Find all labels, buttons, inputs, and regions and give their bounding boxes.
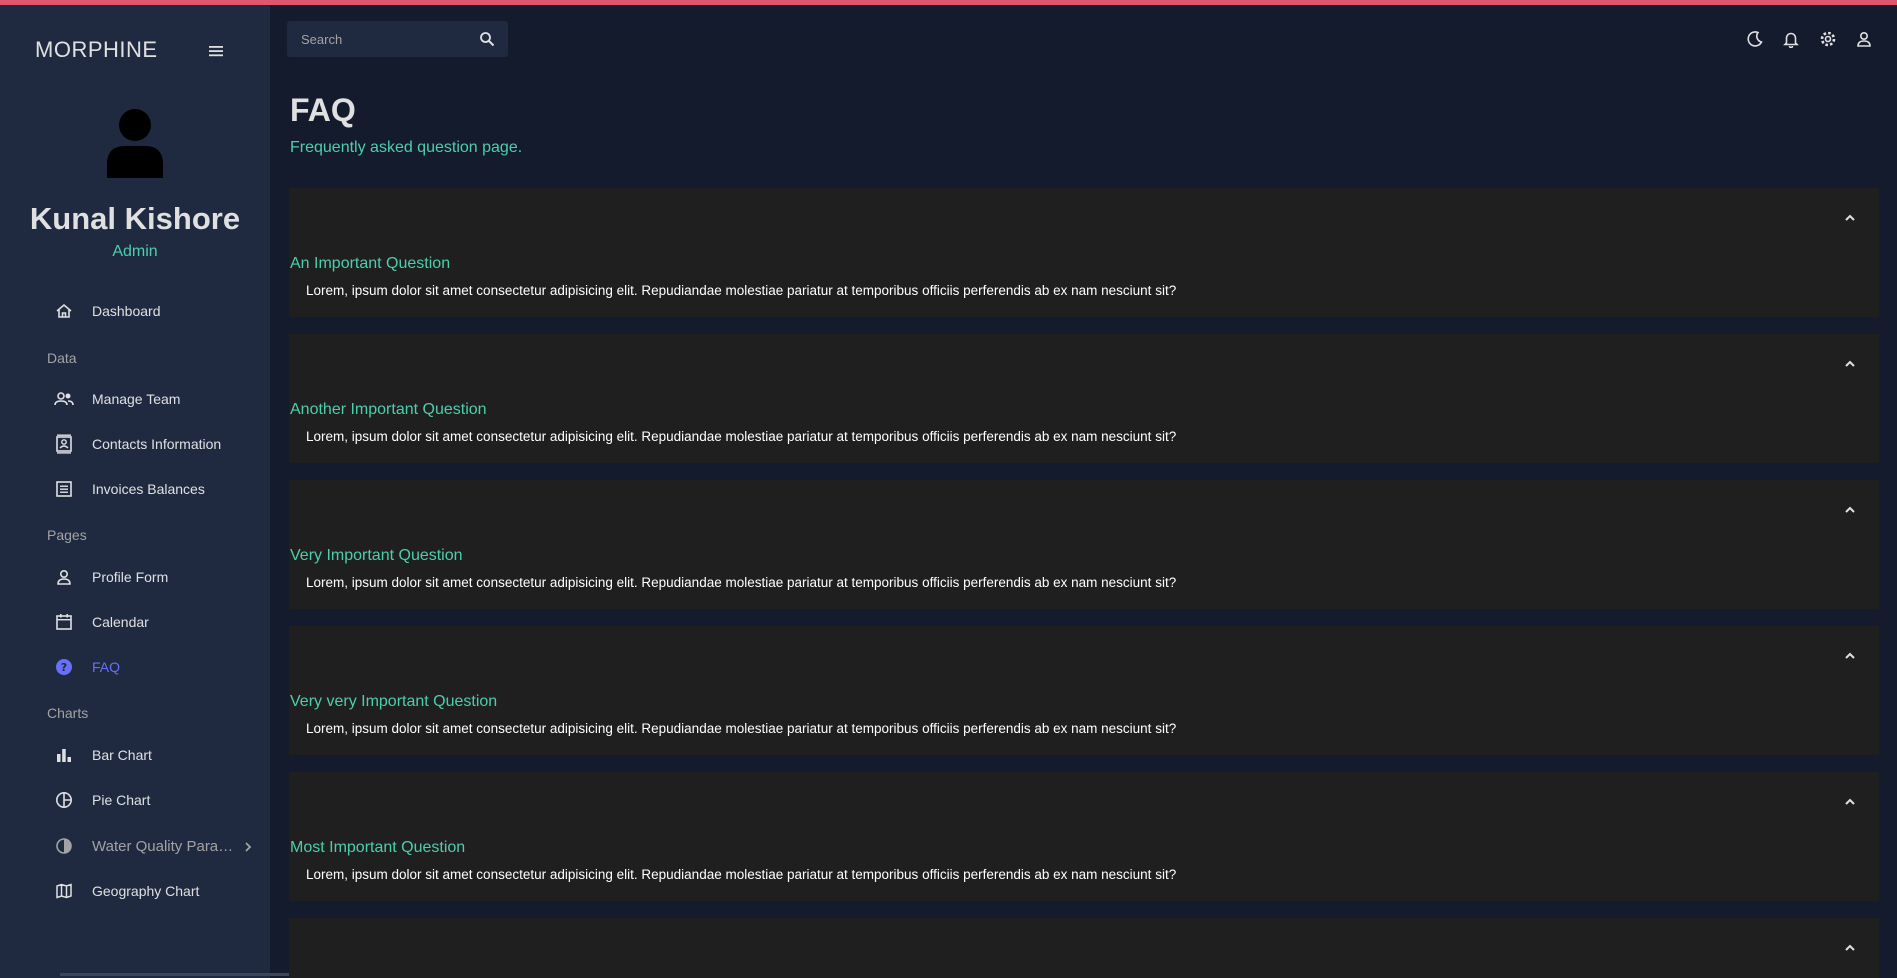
section-title-pages: Pages [47, 527, 87, 543]
bell-icon[interactable] [1780, 28, 1802, 50]
sidebar-item-profile-form[interactable]: Profile Form [0, 557, 270, 597]
faq-item-header[interactable] [289, 334, 1879, 398]
help-icon: ? [54, 657, 74, 677]
sidebar-item-label: Water Quality Parameters [92, 837, 237, 855]
faq-item: Very Important Question Lorem, ipsum dol… [289, 480, 1879, 610]
sidebar-item-water-quality[interactable]: Water Quality Parameters [0, 826, 270, 866]
sidebar-item-label: Bar Chart [92, 747, 152, 763]
sidebar-item-faq[interactable]: ? FAQ [0, 647, 270, 687]
sidebar-item-pie-chart[interactable]: Pie Chart [0, 780, 270, 820]
faq-answer: Lorem, ipsum dolor sit amet consectetur … [306, 575, 1177, 590]
chevron-up-icon [1842, 356, 1858, 372]
map-icon [54, 881, 74, 901]
faq-item-header[interactable] [289, 480, 1879, 544]
faq-item: Most Important Question Lorem, ipsum dol… [289, 772, 1879, 902]
sidebar-item-label: Invoices Balances [92, 481, 205, 497]
svg-text:?: ? [61, 661, 67, 674]
user-name: Kunal Kishore [29, 201, 241, 236]
chevron-up-icon [1842, 648, 1858, 664]
faq-question: Most Important Question [290, 839, 466, 856]
sidebar-item-calendar[interactable]: Calendar [0, 602, 270, 642]
sidebar-item-geography-chart[interactable]: Geography Chart [0, 871, 270, 911]
search-icon[interactable] [467, 21, 507, 57]
chevron-up-icon [1842, 502, 1858, 518]
contacts-icon [54, 434, 74, 454]
top-accent-bar [0, 0, 1897, 5]
search-input[interactable] [287, 21, 467, 57]
pie-chart-icon [54, 790, 74, 810]
person-icon[interactable] [1853, 28, 1875, 50]
faq-item: An Important Question Lorem, ipsum dolor… [289, 188, 1879, 318]
faq-item-header[interactable] [289, 626, 1879, 690]
person-icon [54, 567, 74, 587]
sidebar: MORPHINE Kunal Kishore Admin Dashboard D… [0, 5, 270, 978]
gear-icon[interactable] [1817, 28, 1839, 50]
faq-item [289, 918, 1879, 978]
calendar-icon [54, 612, 74, 632]
hamburger-icon[interactable] [206, 41, 226, 61]
brand-title: MORPHINE [35, 37, 158, 62]
sidebar-item-dashboard[interactable]: Dashboard [0, 291, 270, 331]
chevron-right-icon [242, 840, 254, 852]
faq-item-header[interactable] [289, 918, 1879, 978]
chevron-up-icon [1842, 210, 1858, 226]
faq-item: Very very Important Question Lorem, ipsu… [289, 626, 1879, 756]
faq-answer: Lorem, ipsum dolor sit amet consectetur … [306, 283, 1177, 298]
bar-chart-icon [54, 745, 74, 765]
avatar [103, 108, 167, 180]
sidebar-item-label: Pie Chart [92, 792, 151, 808]
sidebar-item-bar-chart[interactable]: Bar Chart [0, 735, 270, 775]
search-bar [287, 21, 508, 57]
sidebar-item-label: FAQ [92, 659, 121, 675]
chevron-up-icon [1842, 794, 1858, 810]
section-title-charts: Charts [47, 705, 89, 721]
sidebar-item-contacts[interactable]: Contacts Information [0, 424, 270, 464]
faq-question: Very Important Question [290, 547, 463, 564]
section-title-data: Data [47, 350, 77, 366]
sidebar-item-label: Geography Chart [92, 883, 200, 899]
sidebar-item-label: Profile Form [92, 569, 169, 585]
sidebar-item-manage-team[interactable]: Manage Team [0, 379, 270, 419]
page-title: FAQ [290, 92, 356, 128]
faq-answer: Lorem, ipsum dolor sit amet consectetur … [306, 721, 1177, 736]
faq-item-header[interactable] [289, 188, 1879, 252]
faq-question: Very very Important Question [290, 693, 498, 710]
home-icon [54, 301, 74, 321]
faq-answer: Lorem, ipsum dolor sit amet consectetur … [306, 429, 1177, 444]
people-icon [54, 389, 74, 409]
sidebar-item-label: Dashboard [92, 303, 161, 319]
moon-icon[interactable] [1744, 28, 1766, 50]
sidebar-item-label: Manage Team [92, 391, 181, 407]
faq-item: Another Important Question Lorem, ipsum … [289, 334, 1879, 464]
receipt-icon [54, 479, 74, 499]
sidebar-item-label: Contacts Information [92, 436, 222, 452]
faq-answer: Lorem, ipsum dolor sit amet consectetur … [306, 867, 1177, 882]
faq-question: An Important Question [290, 255, 451, 272]
faq-question: Another Important Question [290, 401, 487, 418]
sidebar-item-invoices[interactable]: Invoices Balances [0, 469, 270, 509]
faq-item-header[interactable] [289, 772, 1879, 836]
user-role: Admin [112, 243, 158, 260]
sidebar-item-label: Calendar [92, 614, 149, 630]
chevron-up-icon [1842, 940, 1858, 956]
page-subtitle: Frequently asked question page. [290, 139, 523, 156]
contrast-icon [54, 836, 74, 856]
